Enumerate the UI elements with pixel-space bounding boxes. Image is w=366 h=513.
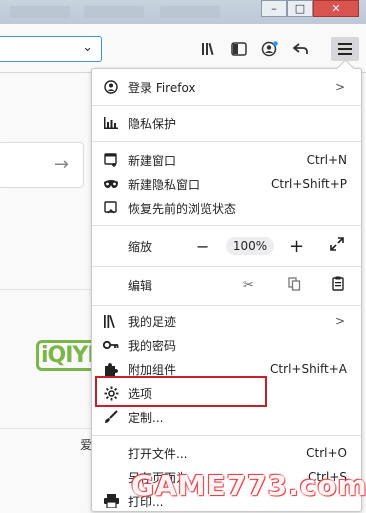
edit-label: 编辑 xyxy=(128,278,153,293)
url-bar[interactable]: ⌄ xyxy=(0,36,102,62)
menu-item-label: 附加组件 xyxy=(128,362,177,377)
iqiyi-logo[interactable]: iQIYI xyxy=(36,340,100,377)
menu-separator xyxy=(92,266,361,267)
zoom-label: 缩放 xyxy=(128,239,153,254)
menu-item-label: 新建窗口 xyxy=(128,153,177,168)
shortcut-label: Ctrl+O xyxy=(306,446,347,460)
library-icon xyxy=(103,313,119,329)
watermark-logo: GAME773.com xyxy=(131,469,366,502)
library-icon[interactable] xyxy=(197,38,221,60)
zoom-reset-button[interactable]: 100% xyxy=(226,237,274,255)
sidebar-icon[interactable] xyxy=(227,38,251,60)
window-titlebar: – □ ✕ xyxy=(0,0,366,24)
menu-item-label: 恢复先前的浏览状态 xyxy=(128,201,237,216)
close-button[interactable]: ✕ xyxy=(313,0,359,17)
menu-item-login[interactable]: 登录 Firefox > xyxy=(92,75,361,99)
printer-icon xyxy=(103,493,119,509)
tab-ghost xyxy=(10,6,70,18)
chevron-right-icon: > xyxy=(334,314,345,328)
tab-ghost xyxy=(160,6,220,18)
minimize-button[interactable]: – xyxy=(261,0,287,17)
privacy-chart-icon xyxy=(103,115,119,131)
divider xyxy=(0,428,92,429)
menu-item-label: 新建隐私窗口 xyxy=(128,177,201,192)
menu-item-label: 定制... xyxy=(128,410,164,425)
zoom-out-button[interactable]: − xyxy=(196,237,209,256)
restore-session-icon xyxy=(103,200,119,216)
new-window-icon xyxy=(103,152,119,168)
divider xyxy=(0,289,92,290)
chevron-right-icon: > xyxy=(334,80,345,94)
go-arrow-icon[interactable]: → xyxy=(54,154,69,175)
menu-item-passwords[interactable]: 我的密码 xyxy=(92,333,361,357)
search-box[interactable]: → xyxy=(0,142,84,188)
menu-item-customize[interactable]: 定制... xyxy=(92,405,361,429)
menu-item-label: 登录 Firefox xyxy=(128,80,196,95)
menu-separator xyxy=(92,225,361,226)
menu-item-new-private-window[interactable]: 新建隐私窗口 Ctrl+Shift+P xyxy=(92,172,361,196)
maximize-button[interactable]: □ xyxy=(287,0,313,17)
hamburger-icon xyxy=(338,43,352,55)
menu-item-label: 隐私保护 xyxy=(128,116,177,131)
copy-icon[interactable] xyxy=(288,276,301,294)
menu-separator xyxy=(92,141,361,142)
shortcut-label: Ctrl+N xyxy=(306,153,347,167)
menu-item-restore-session[interactable]: 恢复先前的浏览状态 xyxy=(92,196,361,220)
menu-item-new-window[interactable]: 新建窗口 Ctrl+N xyxy=(92,148,361,172)
menu-edit-row: 编辑 ✂ xyxy=(92,272,361,298)
menu-separator xyxy=(92,105,361,106)
fullscreen-expand-icon[interactable] xyxy=(330,237,344,255)
cut-scissors-icon[interactable]: ✂ xyxy=(243,278,254,293)
paste-clipboard-icon[interactable] xyxy=(332,276,344,294)
menu-item-label: 我的密码 xyxy=(128,338,177,353)
menu-item-privacy[interactable]: 隐私保护 xyxy=(92,111,361,135)
shortcut-label: Ctrl+Shift+P xyxy=(271,177,347,191)
private-mask-icon xyxy=(103,176,119,192)
menu-item-open-file[interactable]: 打开文件... Ctrl+O xyxy=(92,441,361,465)
hamburger-menu-button[interactable] xyxy=(331,37,359,61)
key-icon xyxy=(103,337,119,353)
app-menu-panel: 登录 Firefox > 隐私保护 新建窗口 Ctrl+N 新建隐私窗口 Ctr… xyxy=(91,68,362,512)
options-highlight-box xyxy=(95,376,267,407)
menu-item-footprints[interactable]: 我的足迹 > xyxy=(92,309,361,333)
tab-ghost xyxy=(84,6,144,18)
puzzle-piece-icon xyxy=(103,361,119,377)
paintbrush-icon xyxy=(103,409,119,425)
account-icon xyxy=(103,79,119,95)
menu-item-label: 我的足迹 xyxy=(128,314,177,329)
menu-item-label: 打开文件... xyxy=(128,446,188,461)
menu-separator xyxy=(92,435,361,436)
shortcut-label: Ctrl+Shift+A xyxy=(270,362,347,376)
back-arrow-icon[interactable] xyxy=(289,38,313,60)
menu-separator xyxy=(92,305,361,306)
account-icon[interactable] xyxy=(258,38,282,60)
url-dropdown-chevron-icon[interactable]: ⌄ xyxy=(82,40,93,55)
zoom-in-button[interactable]: + xyxy=(289,236,304,257)
menu-zoom-row: 缩放 − 100% + xyxy=(92,233,361,259)
navigation-toolbar: ⌄ xyxy=(0,24,366,73)
